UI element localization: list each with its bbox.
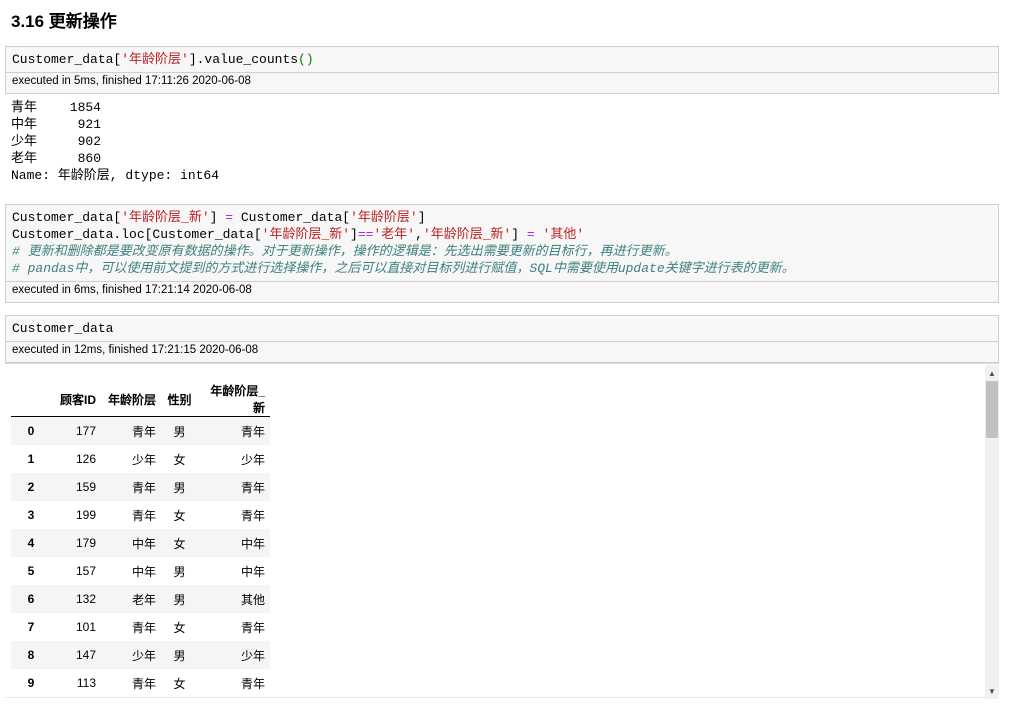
cell-gender: 女 (173, 676, 186, 691)
row-index: 1 (27, 452, 35, 466)
cell-customer-id: 101 (75, 620, 96, 634)
table-header-row: 顾客ID 年龄阶层 性别 年龄阶层_新 (11, 382, 270, 417)
cell-age-group-new: 青年 (240, 424, 265, 439)
cell-age-group-new: 青年 (240, 480, 265, 495)
code-input[interactable]: Customer_data['年龄阶层'].value_counts() (6, 47, 998, 72)
value-counts-output: 青年 1854 中年 921 少年 902 老年 860 Name: 年龄阶层, dtype: … (11, 99, 219, 184)
cell-customer-id: 126 (75, 452, 96, 466)
cell-age-group-new: 中年 (240, 536, 265, 551)
output-footer: Name: 年龄阶层, dtype: int64 (11, 168, 220, 183)
column-header: 性别 (161, 382, 198, 417)
scroll-down-icon[interactable]: ▼ (985, 685, 999, 699)
output-value: 860 (77, 151, 101, 166)
code-input[interactable]: Customer_data['年龄阶层_新'] = Customer_data[… (6, 205, 998, 281)
cell-customer-id: 199 (75, 508, 96, 522)
cell-age-group: 少年 (131, 452, 156, 467)
scroll-up-icon[interactable]: ▲ (985, 367, 999, 381)
cell-age-group-new: 青年 (240, 620, 265, 635)
cell-age-group: 青年 (131, 676, 156, 691)
table-row: 5 157 中年 男 中年 (11, 557, 270, 585)
cell-age-group: 青年 (131, 480, 156, 495)
table-row: 1 126 少年 女 少年 (11, 445, 270, 473)
table-row: 6 132 老年 男 其他 (11, 585, 270, 613)
output-label: 少年 (11, 134, 38, 149)
dataframe-table: 顾客ID 年龄阶层 性别 年龄阶层_新 0 177 青年男青年 1 126 少年女少年 2 1… (11, 382, 270, 697)
table-row: 8 147 少年 男 少年 (11, 641, 270, 669)
cell-gender: 女 (173, 508, 186, 523)
cell-gender: 女 (173, 620, 186, 635)
row-index: 0 (27, 424, 35, 438)
code-cell-update[interactable]: Customer_data['年龄阶层_新'] = Customer_data[… (5, 204, 999, 303)
row-index: 7 (27, 620, 35, 634)
table-row: 0 177 青年 男 青年 (11, 416, 270, 445)
row-index: 8 (27, 648, 35, 662)
output-value: 1854 (69, 100, 101, 115)
output-scrollbar[interactable]: ▲ ▼ (985, 365, 999, 699)
output-value: 921 (77, 117, 101, 132)
cell-customer-id: 159 (75, 480, 96, 494)
row-index: 6 (27, 592, 35, 606)
output-line: 少年 902 (11, 133, 219, 150)
dataframe-output: 顾客ID 年龄阶层 性别 年龄阶层_新 0 177 青年男青年 1 126 少年女少年 2 1… (5, 363, 999, 700)
cell-gender: 男 (173, 648, 186, 663)
cell-customer-id: 177 (75, 424, 96, 438)
table-row: 3 199 青年 女 青年 (11, 501, 270, 529)
code-input[interactable]: Customer_data (6, 316, 998, 341)
cell-age-group: 中年 (131, 564, 156, 579)
output-line: 青年 1854 (11, 99, 219, 116)
row-index: 2 (27, 480, 35, 494)
cell-gender: 男 (173, 592, 186, 607)
cell-customer-id: 179 (75, 536, 96, 550)
output-line: 老年 860 (11, 150, 219, 167)
column-header: 年龄阶层_新 (198, 382, 270, 417)
table-row: 9 113 青年 女 青年 (11, 669, 270, 697)
table-row: 4 179 中年 女 中年 (11, 529, 270, 557)
table-row: 2 159 青年 男 青年 (11, 473, 270, 501)
cell-gender: 男 (173, 480, 186, 495)
execution-info: executed in 12ms, finished 17:21:15 2020… (6, 341, 998, 358)
section-title: 3.16 更新操作 (11, 12, 117, 31)
row-index: 9 (27, 676, 35, 690)
cell-age-group: 青年 (131, 424, 156, 439)
cell-customer-id: 132 (75, 592, 96, 606)
cell-age-group-new: 青年 (240, 508, 265, 523)
output-line: 中年 921 (11, 116, 219, 133)
output-label: 老年 (11, 151, 38, 166)
cell-gender: 男 (173, 424, 186, 439)
code-cell-show-data[interactable]: Customer_data executed in 12ms, finished… (5, 315, 999, 363)
execution-info: executed in 5ms, finished 17:11:26 2020-… (6, 72, 998, 89)
cell-age-group-new: 少年 (240, 648, 265, 663)
cell-gender: 女 (173, 536, 186, 551)
cell-age-group: 老年 (131, 592, 156, 607)
code-comment: # 更新和删除都是要改变原有数据的操作。对于更新操作，操作的逻辑是：先选出需要更… (12, 244, 678, 259)
column-header: 年龄阶层 (101, 382, 161, 417)
table-row: 7 101 青年 女 青年 (11, 613, 270, 641)
output-value: 902 (77, 134, 101, 149)
cell-customer-id: 147 (75, 648, 96, 662)
cell-age-group: 青年 (131, 508, 156, 523)
output-label: 中年 (11, 117, 38, 132)
cell-age-group-new: 其他 (240, 592, 265, 607)
column-header: 顾客ID (51, 382, 101, 417)
output-label: 青年 (11, 100, 38, 115)
output-bottom-edge (5, 697, 985, 710)
scrollbar-thumb[interactable] (986, 381, 998, 438)
cell-age-group-new: 青年 (240, 676, 265, 691)
cell-age-group-new: 中年 (240, 564, 265, 579)
cell-gender: 男 (173, 564, 186, 579)
cell-age-group: 少年 (131, 648, 156, 663)
cell-customer-id: 157 (75, 564, 96, 578)
execution-info: executed in 6ms, finished 17:21:14 2020-… (6, 281, 998, 298)
cell-customer-id: 113 (76, 676, 96, 690)
row-index: 3 (27, 508, 35, 522)
cell-age-group-new: 少年 (240, 452, 265, 467)
row-index: 4 (27, 536, 35, 550)
row-index: 5 (27, 564, 35, 578)
index-header (11, 382, 51, 417)
code-comment: # pandas中，可以使用前文提到的方式进行选择操作，之后可以直接对目标列进行… (12, 261, 795, 276)
code-cell-value-counts[interactable]: Customer_data['年龄阶层'].value_counts() exe… (5, 46, 999, 94)
cell-age-group: 中年 (131, 536, 156, 551)
cell-age-group: 青年 (131, 620, 156, 635)
cell-gender: 女 (173, 452, 186, 467)
